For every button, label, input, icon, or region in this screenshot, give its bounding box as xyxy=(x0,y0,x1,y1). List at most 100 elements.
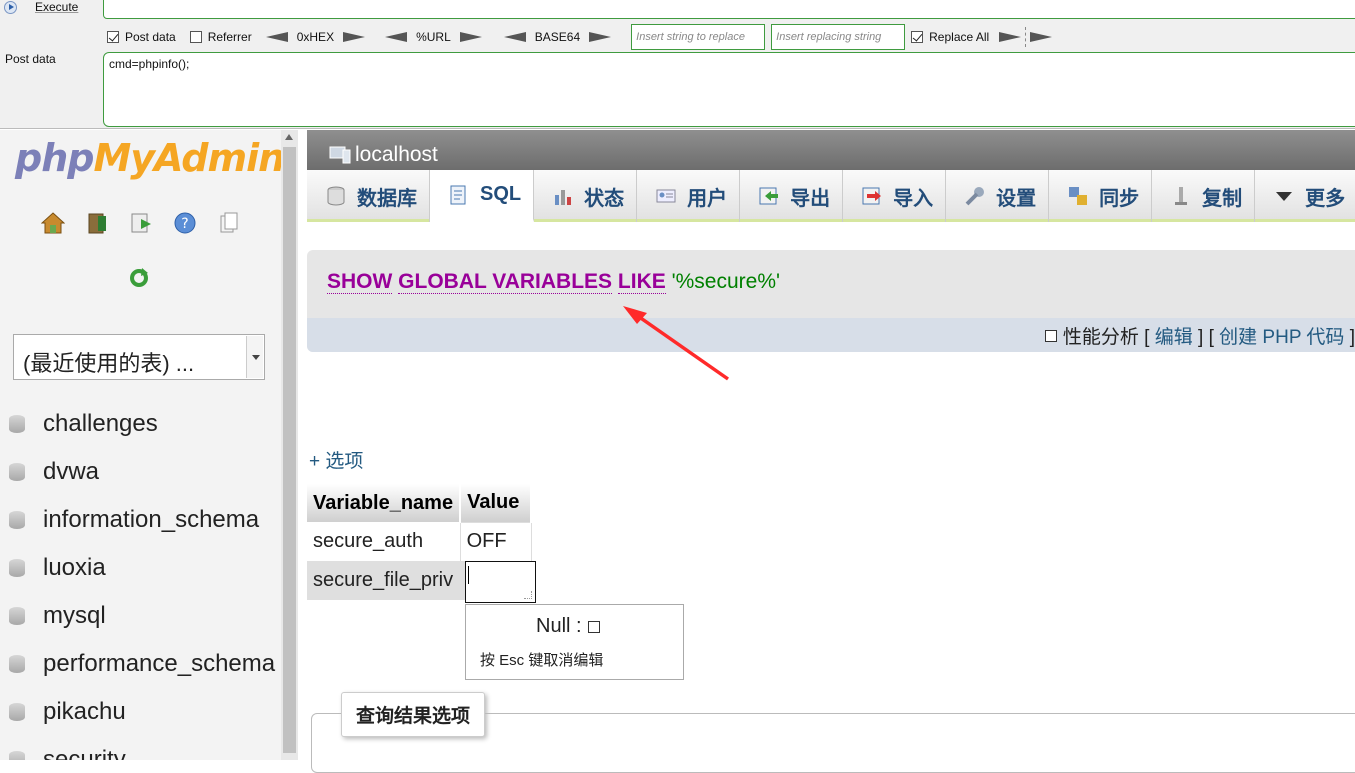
inline-edit-textarea[interactable] xyxy=(465,561,536,603)
database-name: security xyxy=(43,746,126,760)
tab-label: 复制 xyxy=(1202,187,1243,210)
tab-settings[interactable]: 设置 xyxy=(946,170,1050,222)
database-item[interactable]: dvwa xyxy=(8,448,275,496)
nav-scrollbar[interactable] xyxy=(281,130,298,760)
database-item[interactable]: luoxia xyxy=(8,544,275,592)
column-header[interactable]: Value xyxy=(460,484,533,522)
value-cell[interactable]: OFF xyxy=(459,521,532,562)
referrer-checkbox[interactable]: Referrer xyxy=(189,30,252,44)
null-option[interactable]: Null : xyxy=(536,615,600,638)
recent-tables-value: (最近使用的表) ... xyxy=(23,351,195,376)
exit-icon[interactable] xyxy=(84,210,109,235)
sql-keyword[interactable]: SHOW xyxy=(327,270,393,294)
tab-status[interactable]: 状态 xyxy=(534,170,638,222)
replace-all-checkbox[interactable]: Replace All xyxy=(911,30,989,44)
tab-label: 更多 xyxy=(1305,187,1346,210)
encode-arrow-icon[interactable] xyxy=(343,31,366,43)
database-list: challenges dvwa information_schema luoxi… xyxy=(8,400,275,760)
tab-export[interactable]: 导出 xyxy=(740,170,844,222)
home-icon[interactable] xyxy=(40,210,65,235)
database-name: information_schema xyxy=(43,506,260,533)
decode-arrow-icon[interactable] xyxy=(265,31,288,43)
database-icon xyxy=(8,655,26,673)
sync-icon xyxy=(1069,187,1088,205)
breadcrumb: localhost xyxy=(307,130,1355,170)
query-results-options-legend[interactable]: 查询结果选项 xyxy=(341,692,486,737)
users-icon xyxy=(656,189,676,203)
database-item[interactable]: mysql xyxy=(8,592,275,640)
database-name: luoxia xyxy=(43,554,106,581)
replace-string-input[interactable]: Insert string to replace xyxy=(631,24,766,50)
tab-databases[interactable]: 数据库 xyxy=(307,170,430,222)
database-icon xyxy=(327,186,345,206)
replace-arrow-icon[interactable] xyxy=(999,31,1022,43)
tab-label: 导入 xyxy=(893,187,934,210)
query-window-icon[interactable] xyxy=(128,210,153,235)
reload-icon[interactable] xyxy=(128,267,150,294)
tab-replication[interactable]: 复制 xyxy=(1152,170,1256,222)
replication-icon xyxy=(1175,187,1188,205)
chevron-down-icon xyxy=(1276,192,1293,201)
tab-sync[interactable]: 同步 xyxy=(1049,170,1153,222)
database-item[interactable]: security xyxy=(8,736,275,760)
null-checkbox[interactable] xyxy=(587,620,600,633)
tab-sql[interactable]: SQL xyxy=(430,170,535,222)
tab-label: 状态 xyxy=(584,187,625,210)
post-data-textarea[interactable]: cmd=phpinfo(); xyxy=(103,52,1355,127)
tab-import[interactable]: 导入 xyxy=(843,170,947,222)
database-icon xyxy=(8,511,26,529)
decode-arrow-icon[interactable] xyxy=(503,31,526,43)
post-data-checkbox[interactable]: Post data xyxy=(107,30,176,44)
encode-arrow-icon[interactable] xyxy=(589,31,612,43)
scroll-up-icon[interactable] xyxy=(285,134,293,140)
replacing-string-input[interactable]: Insert replacing string xyxy=(771,24,906,50)
encode-arrow-icon[interactable] xyxy=(459,31,482,43)
server-icon xyxy=(329,146,351,163)
options-toggle-link[interactable]: + 选项 xyxy=(309,446,363,473)
resize-grip-icon[interactable] xyxy=(524,591,532,599)
phpmyadmin-logo[interactable]: phpMyAdmin xyxy=(15,136,281,180)
chevron-down-icon xyxy=(246,336,263,378)
import-icon xyxy=(862,187,882,205)
tab-label: 导出 xyxy=(790,187,831,210)
column-header[interactable]: Variable_name xyxy=(307,484,462,522)
database-item[interactable]: pikachu xyxy=(8,688,275,736)
create-php-link[interactable]: 创建 PHP 代码 xyxy=(1219,327,1344,348)
profiling-checkbox[interactable] xyxy=(1044,330,1057,342)
decode-arrow-icon[interactable] xyxy=(385,31,408,43)
tab-label: 同步 xyxy=(1099,187,1140,210)
sql-query-links: 性能分析 [ 编辑 ] [ 创建 PHP 代码 ] xyxy=(307,318,1355,352)
database-item[interactable]: performance_schema xyxy=(8,640,275,688)
database-name: pikachu xyxy=(43,698,126,725)
database-icon xyxy=(8,607,26,625)
help-icon[interactable]: ? xyxy=(172,210,197,235)
replace-all-arrow-icon[interactable] xyxy=(1030,31,1053,43)
table-row: secure_auth OFF xyxy=(307,521,532,562)
sql-keyword[interactable]: LIKE xyxy=(617,270,666,294)
post-data-field-label: Post data xyxy=(5,52,56,66)
database-icon xyxy=(8,751,26,760)
server-name-link[interactable]: localhost xyxy=(355,143,438,167)
tab-users[interactable]: 用户 xyxy=(637,170,741,222)
logo-myadmin: MyAdmin xyxy=(93,136,281,180)
edit-query-link[interactable]: 编辑 xyxy=(1155,327,1193,348)
tab-label: 用户 xyxy=(687,187,728,210)
sql-keyword: GLOBAL VARIABLES xyxy=(398,270,613,294)
checkbox-unchecked-icon xyxy=(189,31,202,43)
database-item[interactable]: information_schema xyxy=(8,496,275,544)
encoder-label: 0xHEX xyxy=(296,30,335,44)
docs-icon[interactable] xyxy=(216,210,241,235)
tab-more[interactable]: 更多 xyxy=(1255,170,1355,222)
scroll-thumb[interactable] xyxy=(283,147,296,753)
annotation-arrow xyxy=(623,306,730,381)
recent-tables-select[interactable]: (最近使用的表) ... xyxy=(13,334,265,380)
execute-button[interactable]: Execute xyxy=(0,0,100,20)
database-icon xyxy=(8,415,26,433)
url-input[interactable] xyxy=(103,0,1355,19)
variable-name-cell: secure_file_priv xyxy=(307,561,461,600)
tab-label: SQL xyxy=(480,183,522,205)
text-caret xyxy=(468,566,469,584)
database-item[interactable]: challenges xyxy=(8,400,275,448)
database-name: mysql xyxy=(43,602,106,629)
profiling-label: 性能分析 xyxy=(1062,327,1139,348)
